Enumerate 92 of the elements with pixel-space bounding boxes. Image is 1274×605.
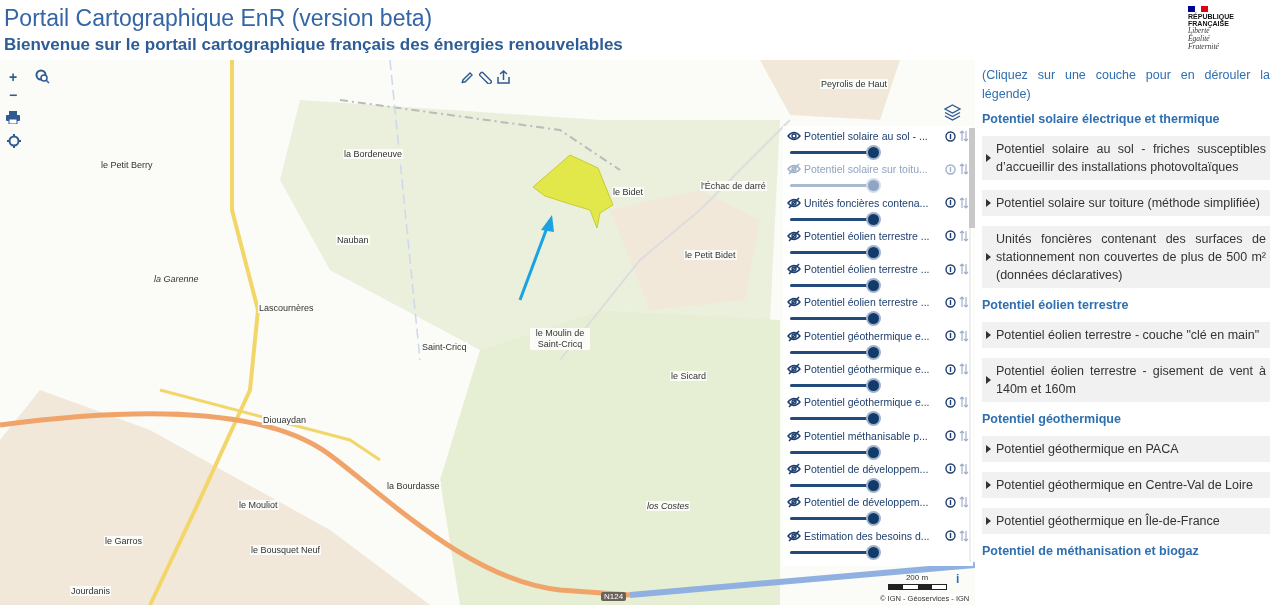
info-icon[interactable]	[945, 363, 956, 375]
legend-item[interactable]: Potentiel géothermique en PACA	[982, 436, 1270, 462]
info-icon[interactable]	[945, 530, 956, 542]
place-label: los Costes	[646, 501, 691, 511]
place-label: Jourdanis	[70, 586, 112, 596]
eye-slash-icon[interactable]	[787, 263, 801, 276]
info-icon[interactable]	[945, 197, 956, 209]
layer-name[interactable]: Potentiel éolien terrestre ...	[804, 229, 942, 242]
place-label: le Moulin de Saint-Cricq	[530, 328, 590, 350]
place-label: la Bordeneuve	[343, 149, 404, 159]
zoom-in-button[interactable]: +	[9, 70, 18, 84]
info-icon[interactable]	[945, 430, 956, 442]
eye-slash-icon[interactable]	[787, 529, 801, 542]
legend-item-label: Potentiel géothermique en Île-de-France	[996, 512, 1221, 530]
place-label: Diouaydan	[262, 415, 308, 425]
place-label: le Petit Berry	[100, 160, 154, 170]
scale-bar	[888, 584, 947, 590]
eye-slash-icon[interactable]	[787, 363, 801, 376]
legend-item[interactable]: Potentiel géothermique en Centre-Val de Loire	[982, 472, 1270, 498]
print-icon[interactable]	[6, 111, 20, 124]
place-label: la Garenne	[153, 274, 200, 284]
place-label: le Petit Bidet	[684, 250, 737, 260]
eye-icon[interactable]	[787, 130, 801, 142]
layers-icon[interactable]	[944, 104, 961, 121]
layer-name[interactable]: Potentiel géothermique e...	[804, 363, 942, 376]
legend-item[interactable]: Potentiel éolien terrestre - couche "clé en main"	[982, 322, 1270, 348]
legend-item-label: Potentiel éolien terrestre - couche "clé en main"	[996, 327, 1261, 344]
layer-name[interactable]: Potentiel méthanisable p...	[804, 429, 942, 442]
layer-name[interactable]: Potentiel géothermique e...	[804, 396, 942, 409]
place-label: l'Échac de darré	[700, 181, 767, 191]
legend-item[interactable]: Potentiel solaire au sol - friches susceptibles d’accueillir des installations photovoltaïques	[982, 136, 1270, 180]
page-subtitle: Bienvenue sur le portail cartographique français des énergies renouvelables	[4, 35, 623, 55]
eye-slash-icon[interactable]	[787, 296, 801, 309]
place-label: le Mouliot	[238, 500, 279, 510]
legend-group-title: Potentiel solaire électrique et thermique	[982, 112, 1221, 126]
legend-group-title: Potentiel géothermique	[982, 412, 1122, 426]
layer-name[interactable]: Potentiel éolien terrestre ...	[804, 263, 942, 276]
info-icon[interactable]	[945, 463, 956, 475]
legend-group-title: Potentiel éolien terrestre	[982, 298, 1130, 312]
place-label: la Bourdasse	[386, 481, 441, 491]
eye-slash-icon[interactable]	[787, 396, 801, 409]
layer-name[interactable]: Potentiel géothermique e...	[804, 329, 942, 342]
info-button[interactable]: i	[956, 572, 960, 586]
eye-slash-icon[interactable]	[787, 329, 801, 342]
legend-item-label: Potentiel géothermique en PACA	[996, 441, 1180, 458]
layer-name[interactable]: Potentiel de développem...	[804, 496, 942, 509]
pencil-icon[interactable]	[461, 71, 474, 84]
layer-name[interactable]: Unités foncières contena...	[804, 196, 942, 209]
legend-item-label: Potentiel éolien terrestre - gisement de vent à 140m et 160m	[996, 363, 1266, 398]
place-label: le Sicard	[670, 371, 707, 381]
info-icon[interactable]	[945, 130, 956, 142]
eye-slash-icon[interactable]	[787, 196, 801, 209]
search-icon[interactable]	[35, 69, 50, 84]
eye-slash-icon[interactable]	[787, 462, 801, 475]
info-icon[interactable]	[945, 263, 956, 275]
info-icon[interactable]	[945, 330, 956, 342]
place-label: Saint-Cricq	[421, 342, 468, 352]
info-icon[interactable]	[945, 396, 956, 408]
place-label: le Garros	[104, 536, 143, 546]
ruler-icon[interactable]	[479, 71, 492, 84]
legend-item-label: Potentiel solaire sur toiture (méthode simplifiée)	[996, 195, 1261, 212]
legend-hint: (Cliquez sur une couche pour en dérouler la légende)	[982, 67, 1270, 103]
info-icon[interactable]	[945, 496, 956, 508]
place-label: Nauban	[336, 235, 370, 245]
layer-name[interactable]: Potentiel de développem...	[804, 462, 942, 475]
place-label: Lascournères	[258, 303, 315, 313]
legend-item[interactable]: Unités foncières contenant des surfaces de stationnement non couvertes de plus de 500 m² (données déclaratives)	[982, 226, 1270, 288]
layer-name[interactable]: Potentiel éolien terrestre ...	[804, 296, 942, 309]
place-label: le Bousquet Neuf	[250, 545, 322, 555]
legend-item[interactable]: Potentiel géothermique en Île-de-France	[982, 508, 1270, 534]
info-icon[interactable]	[945, 230, 956, 242]
share-icon[interactable]	[497, 70, 510, 84]
flag-icon	[1188, 6, 1208, 12]
layer-name[interactable]: Estimation des besoins d...	[804, 529, 942, 542]
locate-icon[interactable]	[7, 134, 21, 148]
place-label: Peyrolis de Haut	[820, 79, 889, 89]
info-icon[interactable]	[945, 297, 956, 308]
layer-name[interactable]: Potentiel solaire au sol - ...	[804, 130, 942, 142]
legend-item-label: Unités foncières contenant des surfaces de stationnement non couvertes de plus de 500 m² (données déclaratives)	[996, 231, 1266, 284]
road-number: N124	[601, 592, 627, 601]
page-title: Portail Cartographique EnR (version beta)	[4, 4, 434, 32]
legend-item[interactable]: Potentiel solaire sur toiture (méthode simplifiée)	[982, 190, 1270, 216]
legend-item-label: Potentiel solaire au sol - friches susceptibles d’accueillir des installations photovoltaïques	[996, 141, 1266, 176]
place-label: le Bidet	[612, 187, 645, 197]
zoom-out-button[interactable]: −	[9, 88, 18, 102]
legend-item-label: Potentiel géothermique en Centre-Val de Loire	[996, 477, 1254, 494]
eye-slash-icon[interactable]	[787, 429, 801, 442]
eye-slash-icon[interactable]	[787, 229, 801, 242]
scale-label: 200 m	[904, 573, 930, 582]
legend-group-title: Potentiel de méthanisation et biogaz	[982, 544, 1200, 558]
legend-item[interactable]: Potentiel éolien terrestre - gisement de vent à 140m et 160m	[982, 358, 1270, 402]
eye-slash-icon[interactable]	[787, 496, 801, 509]
